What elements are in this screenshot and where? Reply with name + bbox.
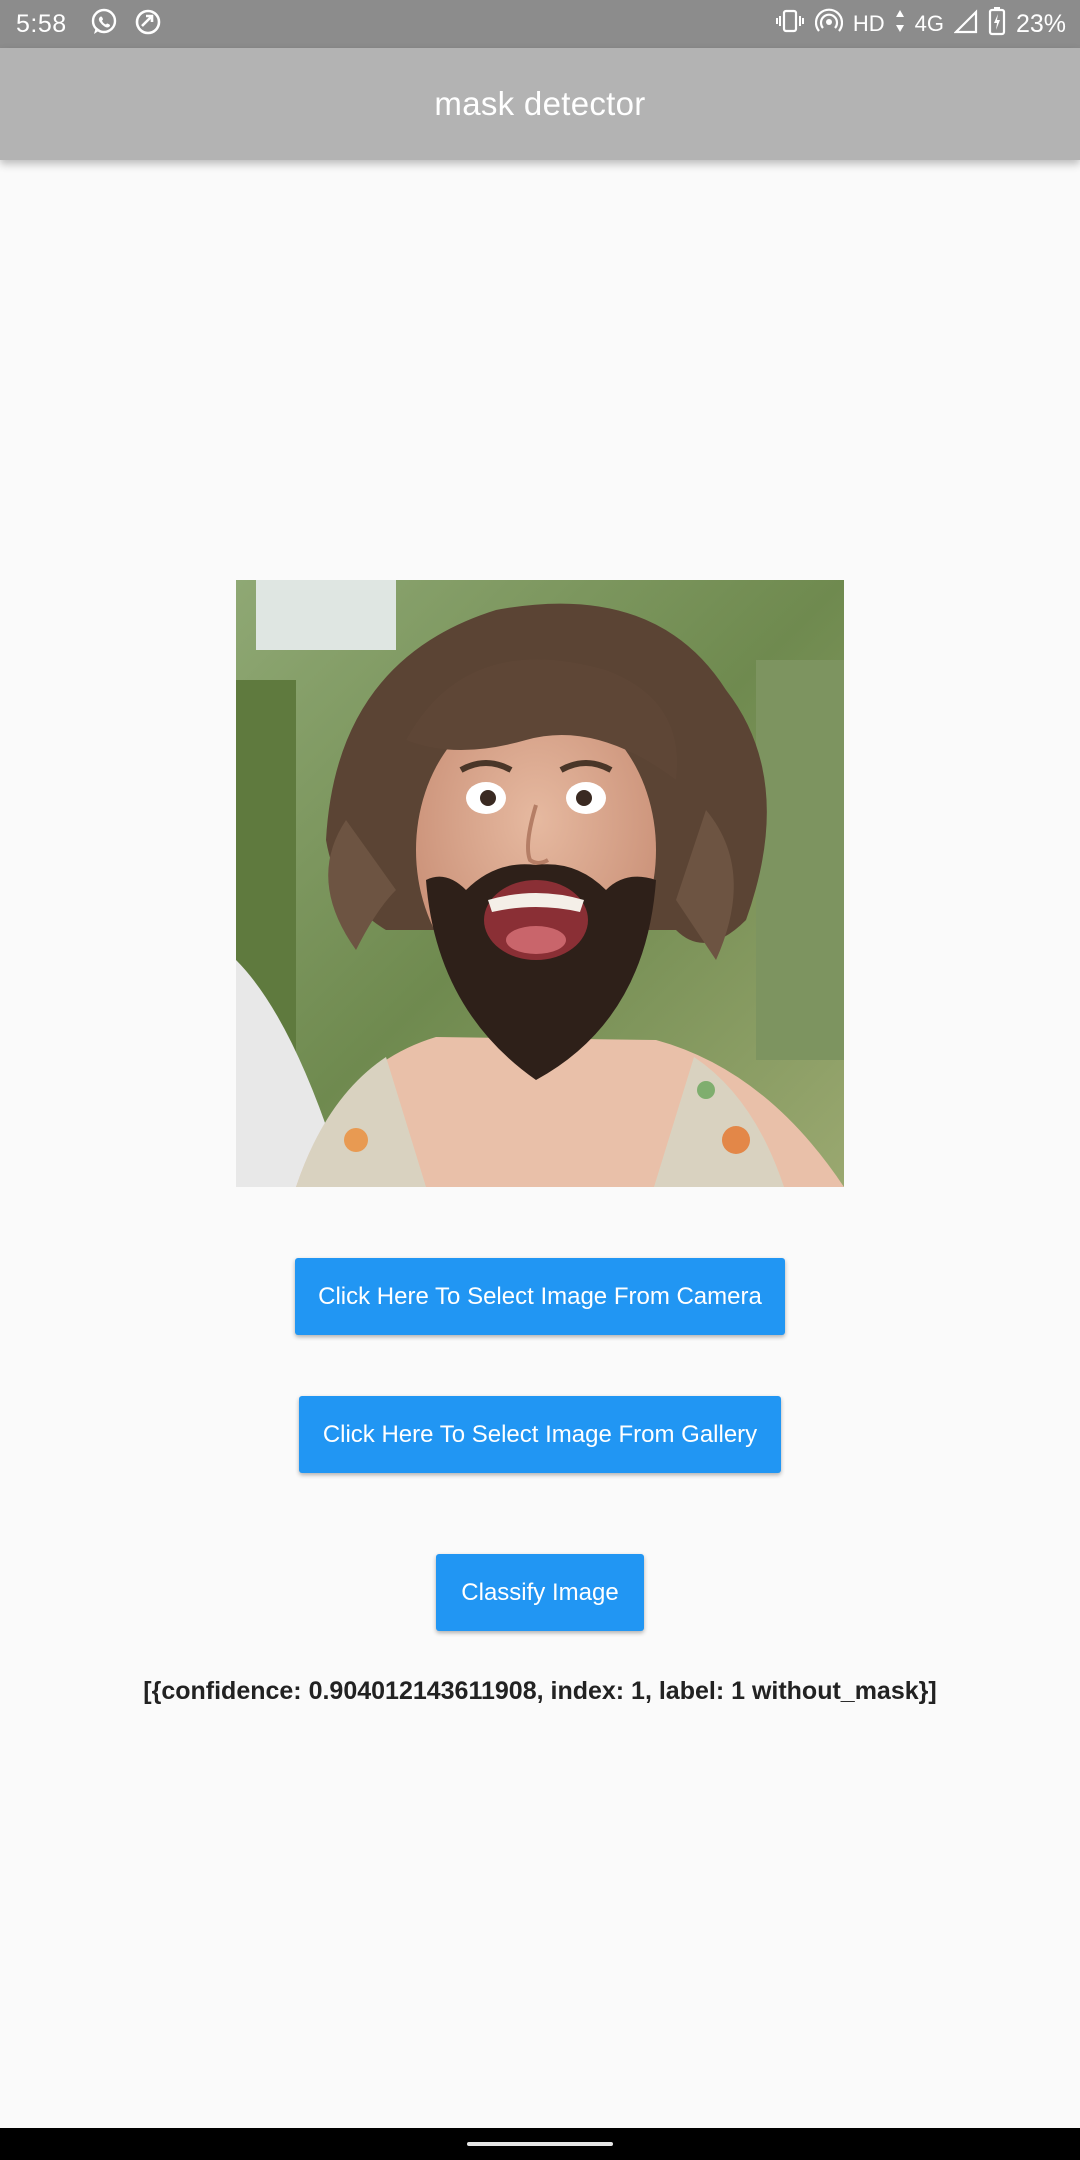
portrait-photo [236, 580, 844, 1187]
app-bar: mask detector [0, 48, 1080, 160]
navigation-bar [0, 2128, 1080, 2160]
whatsapp-icon [89, 7, 119, 42]
select-from-camera-button[interactable]: Click Here To Select Image From Camera [295, 1258, 785, 1335]
selected-image-preview [236, 580, 844, 1187]
status-left-icons [89, 7, 163, 42]
battery-charging-icon [988, 6, 1006, 42]
vibrate-icon [775, 8, 805, 40]
status-right-icons: HD 4G 23% [775, 6, 1066, 42]
battery-percent: 23% [1015, 9, 1066, 38]
classification-result: [{confidence: 0.904012143611908, index: … [143, 1677, 937, 1705]
network-label: 4G [914, 11, 944, 36]
status-bar: 5:58 HD 4G 23% [0, 0, 1080, 48]
home-gesture-handle[interactable] [467, 2142, 613, 2146]
select-from-gallery-button[interactable]: Click Here To Select Image From Gallery [299, 1396, 781, 1473]
hotspot-icon [814, 8, 843, 40]
data-arrows-icon [895, 8, 905, 40]
hd-label: HD [852, 11, 885, 36]
app-title: mask detector [434, 85, 646, 122]
classify-image-button[interactable]: Classify Image [436, 1554, 644, 1631]
status-time: 5:58 [16, 9, 67, 38]
signal-icon [953, 8, 978, 40]
sync-icon [133, 7, 163, 42]
